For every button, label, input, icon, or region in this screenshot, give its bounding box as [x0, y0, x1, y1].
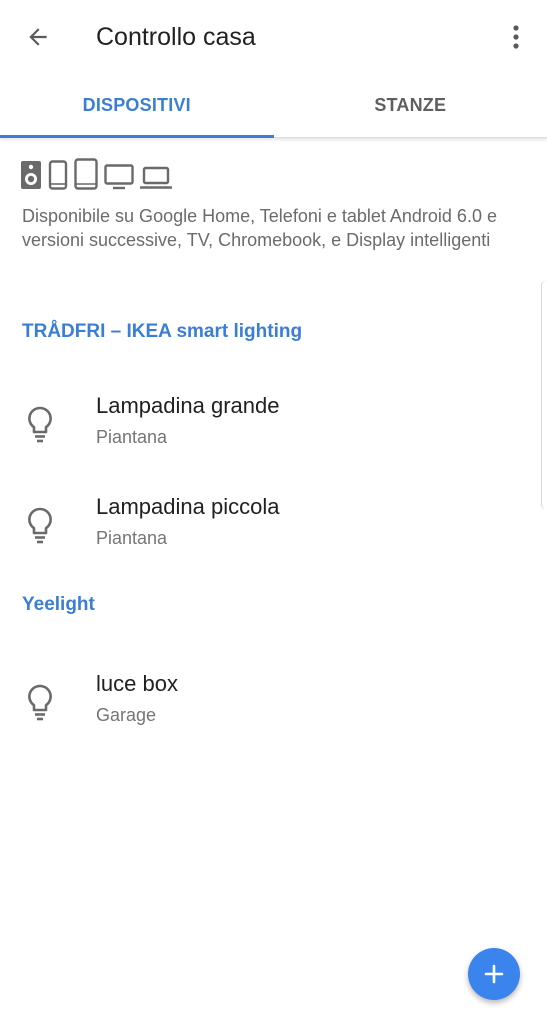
- device-item-lampadina-grande[interactable]: Lampadina grande Piantana: [0, 387, 540, 467]
- device-room: Garage: [96, 705, 157, 725]
- availability-description: Disponibile su Google Home, Telefoni e t…: [22, 206, 497, 250]
- tab-stanze[interactable]: STANZE: [274, 74, 547, 137]
- scroll-edge-indicator: [541, 280, 547, 510]
- device-room: Piantana: [96, 528, 168, 548]
- laptop-icon: [140, 166, 172, 190]
- device-item-lampadina-piccola[interactable]: Lampadina piccola Piantana: [0, 488, 540, 568]
- tab-indicator: [0, 135, 274, 138]
- add-device-button[interactable]: [468, 948, 520, 1000]
- speaker-icon: [20, 160, 42, 190]
- more-options-button[interactable]: [499, 17, 533, 57]
- tv-icon: [104, 164, 134, 190]
- arrow-back-icon: [29, 28, 47, 46]
- tab-label: DISPOSITIVI: [82, 95, 191, 115]
- device-room: Piantana: [96, 427, 168, 447]
- lightbulb-icon: [28, 507, 52, 544]
- more-vert-icon: [513, 25, 519, 49]
- lightbulb-icon: [28, 684, 52, 721]
- device-name: Lampadina grande: [96, 393, 280, 418]
- device-name: luce box: [96, 671, 178, 696]
- phone-icon: [48, 160, 68, 190]
- lightbulb-icon: [28, 406, 52, 443]
- tab-bar: DISPOSITIVI STANZE: [0, 74, 547, 138]
- tablet-icon: [74, 158, 98, 190]
- device-item-luce-box[interactable]: luce box Garage: [0, 665, 540, 745]
- page-title: Controllo casa: [96, 23, 256, 51]
- screen: Controllo casa DISPOSITIVI STANZE Dispon…: [0, 0, 547, 1024]
- tab-dispositivi[interactable]: DISPOSITIVI: [0, 74, 274, 138]
- section-header-yeelight: Yeelight: [22, 594, 95, 615]
- back-button[interactable]: [18, 17, 58, 57]
- device-name: Lampadina piccola: [96, 494, 280, 519]
- tab-label: STANZE: [374, 95, 447, 115]
- app-bar: Controllo casa: [0, 0, 547, 74]
- device-type-icons: [20, 156, 172, 190]
- section-header-tradfri: TRÅDFRI – IKEA smart lighting: [22, 321, 303, 342]
- add-icon: [484, 964, 504, 984]
